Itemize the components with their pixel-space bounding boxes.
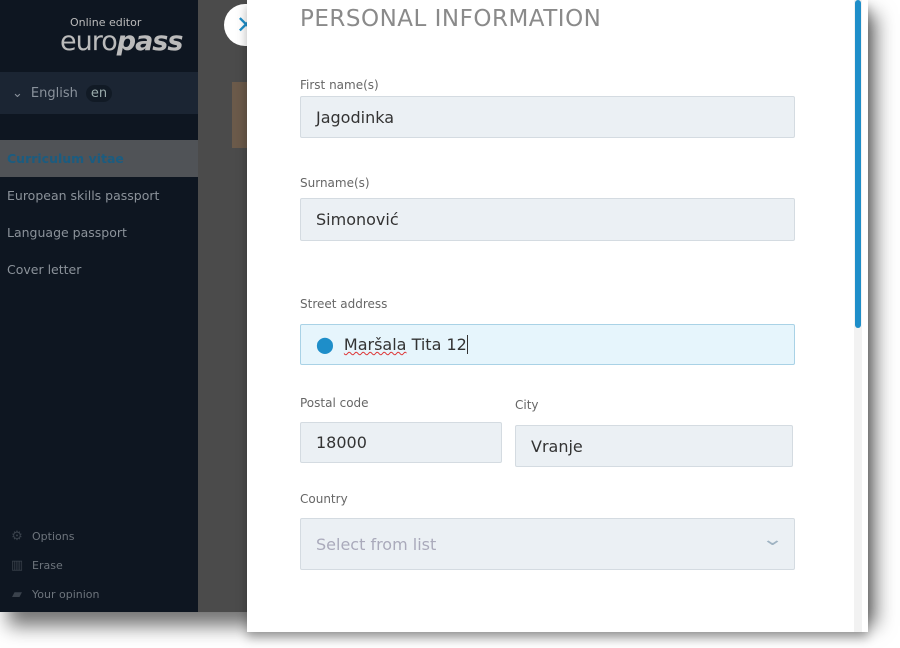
postal-code-input[interactable]: 18000 <box>300 422 502 463</box>
sidebar: Online editor europass ⌄ English en Curr… <box>0 0 198 612</box>
your-opinion-button[interactable]: ▰ Your opinion <box>10 580 99 609</box>
chevron-down-icon: ⌄ <box>761 529 784 550</box>
options-button[interactable]: ⚙ Options <box>10 522 99 551</box>
chevron-down-icon: ⌄ <box>12 85 23 101</box>
sidebar-nav: Curriculum vitae European skills passpor… <box>0 140 198 288</box>
surname-input[interactable]: Simonović <box>300 198 795 241</box>
city-input[interactable]: Vranje <box>515 425 793 467</box>
europass-logo: Online editor europass <box>60 16 183 57</box>
surname-label: Surname(s) <box>300 176 370 190</box>
country-select[interactable]: Select from list ⌄ <box>300 518 795 570</box>
city-label: City <box>515 398 539 412</box>
dialog-title: PERSONAL INFORMATION <box>300 6 602 32</box>
trash-icon: ▥ <box>10 558 24 573</box>
first-name-label: First name(s) <box>300 78 379 92</box>
erase-button[interactable]: ▥ Erase <box>10 551 99 580</box>
sidebar-item-cover-letter[interactable]: Cover letter <box>0 251 198 288</box>
gear-icon: ⚙ <box>11 529 23 544</box>
sidebar-item-european-skills-passport[interactable]: European skills passport <box>0 177 198 214</box>
scrollbar-thumb[interactable] <box>855 0 861 328</box>
speech-bubble-icon: ▰ <box>12 587 22 602</box>
personal-information-dialog: PERSONAL INFORMATION First name(s) Jagod… <box>247 0 868 632</box>
language-selector[interactable]: ⌄ English en <box>0 72 198 114</box>
background-content <box>232 82 248 148</box>
sidebar-bottom-menu: ⚙ Options ▥ Erase ▰ Your opinion <box>10 522 100 609</box>
first-name-input[interactable]: Jagodinka <box>300 96 795 138</box>
language-code-badge: en <box>85 84 113 102</box>
street-address-label: Street address <box>300 297 388 311</box>
sidebar-item-language-passport[interactable]: Language passport <box>0 214 198 251</box>
country-label: Country <box>300 492 348 506</box>
street-address-input[interactable]: ⬤ Maršala Tita 12 <box>300 324 795 365</box>
sidebar-item-curriculum-vitae[interactable]: Curriculum vitae <box>0 140 198 177</box>
location-pin-icon: ⬤ <box>316 335 334 354</box>
postal-code-label: Postal code <box>300 396 369 410</box>
